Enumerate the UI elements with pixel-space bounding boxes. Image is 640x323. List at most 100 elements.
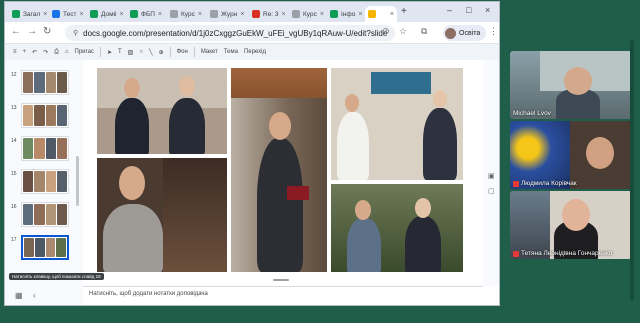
slides-favicon-icon [368,10,376,18]
line-icon[interactable]: ╲ [149,49,153,56]
close-tab-icon[interactable]: × [240,11,244,18]
tab-7[interactable]: Re: 3 × [249,6,287,22]
select-tool-icon[interactable]: ➤ [107,49,112,56]
participant-name: Michael Lvov [513,110,551,117]
zoom-select[interactable]: Пригас [75,49,94,55]
browser-toolbar: ← → ↻ ⚲ docs.google.com/presentation/d/1… [5,22,499,44]
extensions-icon[interactable]: ⧉ [421,26,427,37]
divider [193,47,195,57]
collapse-filmstrip-icon[interactable]: ‹ [33,291,36,300]
tab-9[interactable]: Інфо × [327,6,363,22]
slide-number: 12 [11,72,17,78]
minimize-icon[interactable]: – [447,5,452,15]
reload-icon[interactable]: ↻ [43,26,51,37]
tab-strip: Загал × Тест × Доміі × ФБП × Курс × Журн × Re:… [5,2,499,22]
video-tile[interactable]: Michael Lvov [510,51,632,119]
tab-favicon-icon [330,10,338,18]
slide-thumbnail[interactable] [21,202,69,227]
maximize-icon[interactable]: □ [466,5,471,15]
browser-window: Загал × Тест × Доміі × ФБП × Курс × Журн × Re:… [4,1,500,306]
keep-icon[interactable]: ▢ [488,187,495,195]
slide-number: 14 [11,138,17,144]
tab-1[interactable]: Загал × [9,6,47,22]
slide-thumbnail[interactable] [21,70,69,95]
slide-thumbnail-selected[interactable] [21,235,69,260]
profile-button[interactable]: Освіта [443,25,487,41]
menu-icon[interactable]: ≡ [13,49,17,55]
slide-thumbnail[interactable] [21,103,69,128]
filmstrip-scrollbar[interactable] [76,156,79,206]
image-icon[interactable]: ▨ [128,49,134,56]
tab-favicon-icon [130,10,138,18]
tab-active-slides[interactable]: × [365,6,397,22]
forward-icon[interactable]: → [27,26,37,37]
participant-name: Людмила Корівчак [513,180,577,187]
photo-1 [97,68,227,154]
layout-button[interactable]: Макет [201,49,218,55]
transition-button[interactable]: Перехід [244,49,266,55]
tab-favicon-icon [90,10,98,18]
slide-number: 13 [11,105,17,111]
divider [99,47,101,57]
photo-5 [231,98,327,272]
tab-favicon-icon [12,10,20,18]
photo-4 [97,158,227,272]
close-tab-icon[interactable]: × [320,11,324,18]
star-icon[interactable]: ☆ [399,26,407,37]
close-tab-icon[interactable]: × [390,11,394,18]
tab-favicon-icon [252,10,260,18]
speaker-notes[interactable]: Натисніть, щоб додати нотатки доповідача [83,286,483,301]
tooltip: Натисніть клавішу, щоб показати слайд 18 [9,273,104,280]
side-panel: ▣ ▢ [483,60,499,286]
eye-off-icon[interactable]: ⊘ [382,26,390,37]
close-tab-icon[interactable]: × [282,11,286,18]
tab-4[interactable]: ФБП × [127,6,165,22]
tab-8[interactable]: Курс × [289,6,325,22]
participant-name: Тетяна Леонідівна Гончаренко [513,250,612,257]
video-panel-scrollbar[interactable] [630,40,634,300]
photo-3 [331,68,463,180]
video-tile[interactable]: Тетяна Леонідівна Гончаренко [510,191,632,259]
close-tab-icon[interactable]: × [43,11,47,18]
slide-number: 15 [11,171,17,177]
calendar-icon[interactable]: ▣ [488,172,495,180]
tab-5[interactable]: Курс × [167,6,205,22]
paint-format-icon[interactable]: ⌂ [65,49,69,55]
notes-resize-handle[interactable] [273,279,289,281]
video-tile[interactable]: Людмила Корівчак [510,121,632,189]
back-icon[interactable]: ← [11,26,21,37]
tab-3[interactable]: Доміі × [87,6,125,22]
undo-icon[interactable]: ↶ [32,49,37,56]
slide-thumbnail[interactable] [21,169,69,194]
tab-2[interactable]: Тест × [49,6,85,22]
address-bar[interactable]: ⚲ docs.google.com/presentation/d/1j0zCxg… [65,25,395,41]
shape-icon[interactable]: ○ [139,49,143,55]
url-text: docs.google.com/presentation/d/1j0zCxggz… [83,28,387,38]
slide-canvas[interactable] [97,68,463,272]
add-slide-icon[interactable]: + [23,49,27,55]
textbox-icon[interactable]: T [118,49,122,55]
slide-number: 16 [11,204,17,210]
slide-thumbnail[interactable] [21,136,69,161]
redo-icon[interactable]: ↷ [43,49,48,56]
menu-kebab-icon[interactable]: ⋮ [489,26,498,37]
print-icon[interactable]: ⎙ [54,49,59,56]
divider [169,47,171,57]
tab-favicon-icon [292,10,300,18]
mic-off-icon [513,250,519,257]
close-tab-icon[interactable]: × [158,11,162,18]
close-tab-icon[interactable]: × [198,11,202,18]
tab-6[interactable]: Журн × [207,6,247,22]
tab-favicon-icon [210,10,218,18]
close-tab-icon[interactable]: × [358,11,362,18]
theme-button[interactable]: Тема [224,49,238,55]
close-tab-icon[interactable]: × [79,11,83,18]
close-window-icon[interactable]: × [485,5,490,15]
site-info-icon[interactable]: ⚲ [73,29,78,37]
new-tab-button[interactable]: + [401,6,407,17]
grid-view-icon[interactable]: ▦ [15,291,23,300]
photo-6 [331,184,463,272]
background-button[interactable]: Фон [177,49,188,55]
comment-icon[interactable]: ⊕ [159,49,164,56]
close-tab-icon[interactable]: × [119,11,123,18]
